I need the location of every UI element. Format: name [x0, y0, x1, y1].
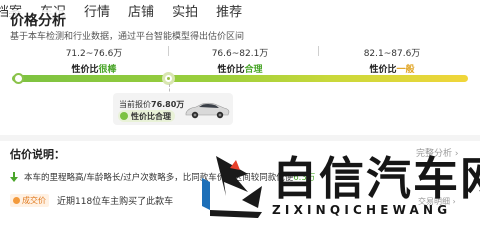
- range-low-tag: 很棒: [98, 65, 117, 75]
- car-thumbnail-icon: [185, 102, 230, 119]
- deal-coin-icon: [13, 197, 20, 204]
- watermark-subtitle: ZIXINQICHEWANG: [272, 203, 452, 217]
- value-badge-label: 性价比合理: [131, 111, 171, 121]
- range-mid-value: 76.6~82.1万: [211, 49, 269, 59]
- tab-market[interactable]: 行情: [84, 1, 110, 20]
- tab-store[interactable]: 店铺: [128, 1, 154, 20]
- price-range-bar: [12, 75, 468, 82]
- range-high-value: 82.1~87.6万: [363, 49, 421, 59]
- deal-badge: 成交价: [10, 194, 49, 207]
- bar-start-marker: [13, 73, 24, 84]
- range-low-value: 71.2~76.6万: [65, 49, 123, 59]
- tab-photos[interactable]: 实拍: [172, 1, 198, 20]
- range-low-label: 性价比很棒: [71, 65, 117, 75]
- current-quote-text: 当前报价76.80万: [119, 100, 185, 109]
- section-title: 价格分析: [10, 10, 70, 30]
- range-divider: [318, 46, 319, 56]
- check-dot-icon: [120, 112, 128, 120]
- arrow-down-icon: [10, 172, 18, 182]
- watermark-title: 自信汽车网: [272, 152, 480, 205]
- explain-note: 本车的里程略高/车龄略长/过户次数略多，比同款车价格区间较同款低便 6.3万: [10, 171, 315, 183]
- tab-recommend[interactable]: 推荐: [216, 1, 242, 20]
- range-mid-label: 性价比合理: [217, 65, 263, 75]
- deal-text: 近期118位车主购买了此款车: [57, 197, 174, 207]
- range-high-tag: 一般: [396, 65, 415, 75]
- range-high: 82.1~87.6万 性价比一般: [347, 46, 437, 75]
- range-low: 71.2~76.6万 性价比很棒: [49, 46, 139, 75]
- value-badge: 性价比合理: [118, 110, 175, 122]
- explain-title: 估价说明：: [10, 148, 65, 161]
- deal-badge-label: 成交价: [22, 196, 46, 205]
- current-quote-price: 76.80万: [151, 100, 185, 109]
- section-subtitle: 基于本车检测和行业数据，通过平台智能模型得出估价区间: [10, 32, 245, 42]
- range-high-label: 性价比一般: [369, 65, 415, 75]
- section-divider: [0, 135, 480, 141]
- price-analysis-page: 档案 车况 行情 店铺 实拍 推荐 价格分析 基于本车检测和行业数据，通过平台智…: [0, 0, 480, 223]
- range-mid-tag: 合理: [244, 65, 263, 75]
- watermark-logo-icon: [202, 156, 262, 218]
- deal-row: 成交价 近期118位车主购买了此款车: [10, 194, 173, 207]
- range-mid: 76.6~82.1万 性价比合理: [195, 46, 285, 75]
- range-divider: [168, 46, 169, 56]
